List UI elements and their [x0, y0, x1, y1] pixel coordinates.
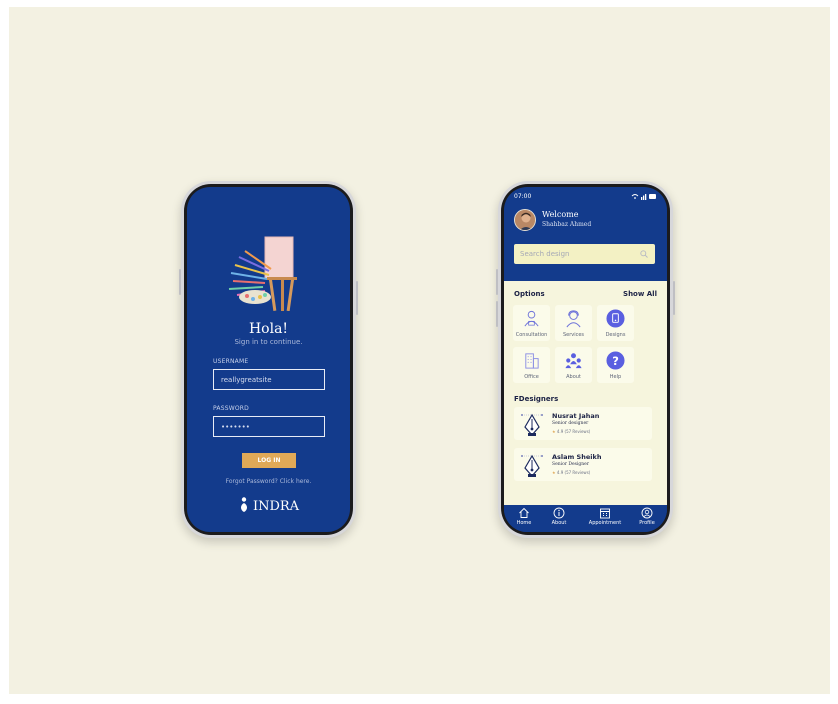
star-icon: ★ [552, 470, 556, 475]
greeting-heading: Hola! [248, 321, 289, 337]
greeting-subtitle: Sign in to continue. [234, 338, 303, 346]
search-icon[interactable] [640, 250, 648, 258]
option-label: About [566, 374, 581, 380]
signal-icon [641, 197, 643, 200]
welcome-text: Welcome [542, 210, 579, 219]
pen-tool-icon [521, 413, 543, 436]
options-title: Options [514, 290, 545, 298]
nav-profile[interactable]: Profile [629, 507, 665, 526]
bottom-nav: Home About Appointment Profile [504, 505, 667, 532]
wifi-icon [631, 194, 639, 197]
nav-label: Appointment [588, 520, 622, 526]
star-icon: ★ [552, 429, 556, 434]
phone-side-button [496, 301, 498, 327]
status-bar: 07:00 [514, 193, 657, 203]
login-phone: Hola! Sign in to continue. USERNAME real… [179, 181, 358, 538]
designers-title: FDesigners [514, 395, 559, 403]
pen-tool-icon [521, 454, 543, 477]
login-button[interactable]: LOG IN [242, 453, 296, 468]
search-bar[interactable] [514, 244, 655, 264]
forgot-password-link[interactable]: Forgot Password? Click here. [187, 478, 350, 485]
user-name: Shahbaz Ahmed [542, 221, 592, 228]
consultation-icon [524, 310, 539, 327]
status-icons [631, 193, 657, 202]
avatar[interactable] [514, 209, 536, 231]
designer-rating: ★ 4.9 (57 Reviews) [552, 429, 591, 434]
option-office[interactable]: Office [513, 347, 550, 383]
username-label: USERNAME [213, 358, 249, 365]
calendar-icon [600, 508, 610, 519]
designer-role: Senior Designer [552, 462, 589, 467]
designer-role: Senior designer [552, 421, 589, 426]
content-area: Options Show All Consultation Services D… [504, 281, 667, 505]
battery-icon [649, 194, 656, 199]
profile-icon [641, 507, 653, 519]
phone-side-button [179, 269, 181, 295]
nav-home[interactable]: Home [506, 507, 542, 526]
option-help[interactable]: ? Help [597, 347, 634, 383]
option-label: Office [524, 374, 539, 380]
designer-card[interactable]: Nusrat Jahan Senior designer ★ 4.9 (57 R… [514, 407, 652, 440]
username-field[interactable]: reallygreatsite [213, 369, 325, 390]
nav-appointment[interactable]: Appointment [587, 507, 623, 526]
password-label: PASSWORD [213, 405, 250, 412]
option-services[interactable]: Services [555, 305, 592, 341]
phone-side-button [673, 281, 675, 315]
phone-side-button [356, 281, 358, 315]
login-screen: Hola! Sign in to continue. USERNAME real… [187, 187, 350, 532]
office-icon [525, 353, 539, 369]
easel-illustration [228, 236, 297, 311]
svg-text:?: ? [612, 354, 619, 368]
status-time: 07:00 [514, 193, 532, 200]
designer-name: Nusrat Jahan [552, 412, 600, 420]
people-icon [565, 353, 582, 369]
search-input[interactable] [514, 244, 632, 264]
brand-name: INDRA [252, 499, 300, 514]
brand-icon [240, 497, 247, 512]
show-all-link[interactable]: Show All [623, 290, 657, 298]
option-designs[interactable]: Designs [597, 305, 634, 341]
option-label: Designs [605, 332, 626, 338]
app-phone: 07:00 Welcome Shahbaz Ahmed Search desig… [496, 181, 675, 538]
brand-logo: INDRA [187, 497, 350, 514]
option-label: Consultation [515, 332, 548, 338]
option-about[interactable]: About [555, 347, 592, 383]
home-screen: 07:00 Welcome Shahbaz Ahmed Search desig… [504, 187, 667, 532]
option-consultation[interactable]: Consultation [513, 305, 550, 341]
services-icon [566, 310, 581, 328]
nav-about[interactable]: About [541, 507, 577, 526]
designer-name: Aslam Sheikh [552, 453, 602, 461]
mockup-background [9, 7, 830, 694]
option-label: Services [562, 332, 585, 338]
nav-label: Profile [639, 520, 655, 526]
password-field[interactable]: ••••••• [213, 416, 325, 437]
designer-rating: ★ 4.9 (57 Reviews) [552, 470, 591, 475]
help-icon: ? [606, 351, 625, 370]
info-icon [553, 507, 565, 519]
nav-label: Home [516, 520, 532, 526]
nav-label: About [551, 520, 567, 526]
option-label: Help [609, 374, 622, 380]
designs-icon [606, 309, 625, 328]
home-icon [519, 507, 529, 518]
designer-card[interactable]: Aslam Sheikh Senior Designer ★ 4.9 (57 R… [514, 448, 652, 481]
phone-side-button [496, 269, 498, 295]
